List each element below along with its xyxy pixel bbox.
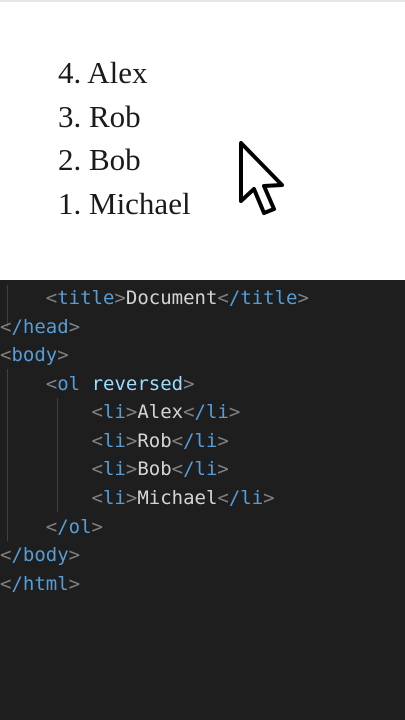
tag-li-close: /li (183, 430, 218, 452)
li-text: Alex (137, 401, 184, 423)
list-item-number: 2. (58, 142, 82, 177)
tag-title-open: title (57, 287, 115, 309)
tag-li-close: /li (228, 487, 264, 509)
tag-li-open: li (102, 430, 126, 452)
li-text: Rob (137, 430, 172, 452)
code-line-li: <li>Rob</li> (91, 430, 229, 452)
li-text: Michael (137, 487, 218, 509)
tag-ol-close: /ol (57, 516, 92, 538)
code-line-ol-close: </ol> (45, 516, 103, 538)
code-line-ol-open: <ol reversed> (45, 373, 195, 395)
list-item-number: 4. (58, 55, 82, 90)
tag-li-open: li (102, 458, 126, 480)
screen: 4. Alex 3. Rob 2. Bob 1. Michael <title>… (0, 0, 405, 720)
list-item-number: 1. (58, 185, 82, 221)
code-line-li: <li>Alex</li> (91, 401, 241, 423)
list-item: 1. Michael (58, 182, 191, 226)
list-item-name: Alex (87, 55, 148, 90)
list-item-name: Michael (89, 185, 191, 221)
browser-preview: 4. Alex 3. Rob 2. Bob 1. Michael (0, 0, 405, 280)
list-item-name: Bob (89, 142, 141, 177)
tag-body-close: /body (11, 544, 69, 566)
code-editor[interactable]: <title>Document</title> </head> <body> <… (0, 280, 405, 720)
attribute-reversed: reversed (91, 373, 184, 395)
list-item-number: 3. (58, 98, 82, 134)
code-line-head-close: </head> (0, 316, 81, 338)
list-item: 4. Alex (58, 51, 191, 95)
code-line-title: <title>Document</title> (45, 287, 309, 309)
list-item: 3. Rob (58, 95, 191, 139)
code-line-html-close: </html> (0, 573, 81, 595)
code-line-body-open: <body> (0, 344, 69, 366)
tag-title-close: /title (228, 287, 298, 309)
tag-html-close: /html (11, 573, 69, 595)
tag-body-open: body (11, 344, 58, 366)
tag-li-close: /li (183, 458, 218, 480)
list-item: 2. Bob (58, 138, 191, 182)
tag-head-close: /head (11, 316, 69, 338)
tag-li-open: li (102, 487, 126, 509)
tag-li-open: li (102, 401, 126, 423)
tag-ol-open: ol (57, 373, 81, 395)
code-line-body-close: </body> (0, 544, 81, 566)
list-item-name: Rob (89, 98, 141, 134)
reversed-ordered-list: 4. Alex 3. Rob 2. Bob 1. Michael (58, 51, 191, 225)
code-line-li: <li>Bob</li> (91, 458, 229, 480)
arrow-pointer-icon (239, 141, 284, 215)
tag-li-close: /li (194, 401, 229, 423)
li-text: Bob (137, 458, 172, 480)
code-line-li: <li>Michael</li> (91, 487, 275, 509)
title-text: Document (125, 287, 218, 309)
